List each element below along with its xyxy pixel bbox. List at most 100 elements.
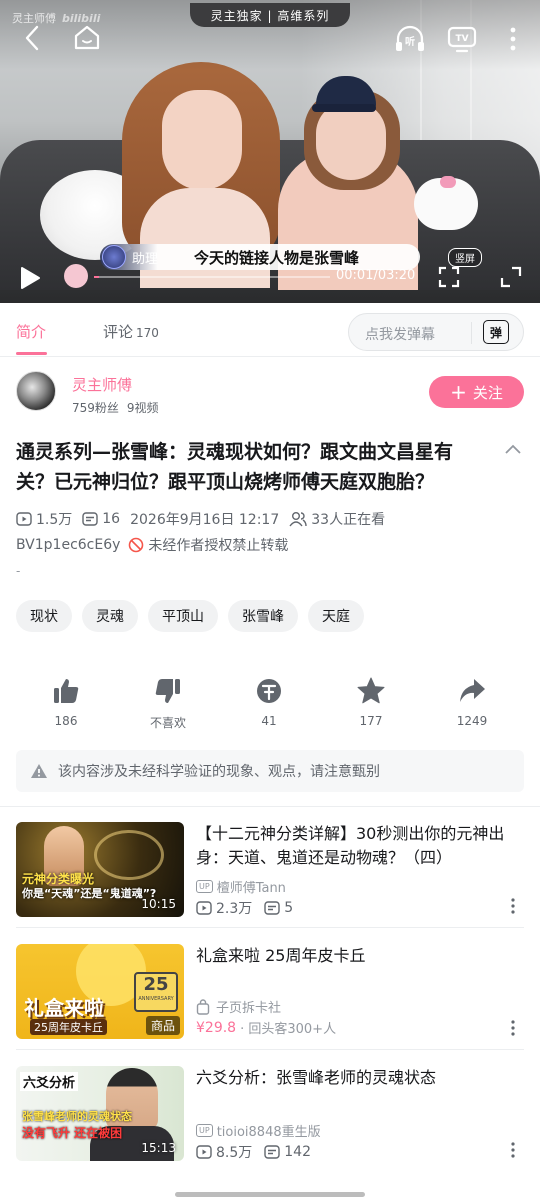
mascot-icon bbox=[64, 264, 88, 288]
danmaku-toggle-icon[interactable]: 弹 bbox=[483, 320, 509, 344]
play-icon[interactable] bbox=[16, 264, 44, 292]
danmaku-input[interactable]: 点我发弹幕 弹 bbox=[348, 313, 524, 351]
uploader-avatar[interactable] bbox=[16, 371, 56, 411]
video-thumbnail[interactable]: 元神分类曝光 你是“天魂”还是“鬼道魂”? 10:15 bbox=[16, 822, 184, 917]
goods-shop[interactable]: 子页拆卡社 bbox=[196, 997, 281, 1016]
tv-cast-icon[interactable]: TV bbox=[446, 24, 478, 54]
speaker-avatar bbox=[102, 245, 126, 269]
share-icon bbox=[460, 679, 485, 702]
uploader-name[interactable]: 灵主师傅 bbox=[72, 374, 132, 395]
video-frame-plush-bow bbox=[440, 176, 456, 188]
forbidden-icon bbox=[129, 537, 144, 553]
bv-line: BV1p1ec6cE6y 未经作者授权禁止转载 bbox=[16, 535, 288, 555]
danmaku-count-icon bbox=[264, 1145, 280, 1159]
tag-item[interactable]: 现状 bbox=[16, 600, 72, 632]
video-frame-cap-brim bbox=[312, 104, 376, 112]
thumbs-down-icon bbox=[155, 679, 180, 703]
play-count-icon bbox=[16, 512, 32, 526]
content-warning: 该内容涉及未经科学验证的现象、观点，请注意甄别 bbox=[16, 750, 524, 792]
coin-icon bbox=[257, 679, 281, 703]
bv-id[interactable]: BV1p1ec6cE6y bbox=[16, 537, 120, 553]
publish-date: 2026年9月16日 12:17 bbox=[130, 512, 280, 528]
action-bar: 186 不喜欢 41 177 1249 bbox=[0, 674, 540, 734]
goods-price: ¥29.8 bbox=[196, 1019, 237, 1036]
svg-text:听: 听 bbox=[405, 35, 415, 48]
thumbnail-anniversary: 25 ANNIVERSARY bbox=[134, 972, 178, 1012]
recommended-goods[interactable]: 25 ANNIVERSARY 礼盒来啦 25周年皮卡丘 商品 礼盒来啦 25周年… bbox=[0, 928, 540, 1050]
recommended-author[interactable]: UP 檀师傅Tann bbox=[196, 877, 286, 896]
video-description: - bbox=[16, 564, 21, 578]
video-meta: 1.5万 16 2026年9月16日 12:17 33人正在看 bbox=[16, 509, 395, 529]
plus-icon: + bbox=[450, 380, 467, 404]
thumbnail-tag: 六爻分析 bbox=[20, 1072, 79, 1091]
video-duration: 10:15 bbox=[141, 897, 176, 911]
series-label: 灵主独家 | 高维系列 bbox=[190, 3, 350, 27]
recommended-author[interactable]: UP tioioi8848重生版 bbox=[196, 1121, 321, 1140]
fullscreen-icon[interactable] bbox=[498, 264, 524, 290]
favorite-button[interactable]: 177 bbox=[336, 674, 406, 728]
up-badge-icon: UP bbox=[196, 880, 213, 893]
goods-buyers: · 回头客300+人 bbox=[240, 1022, 337, 1037]
danmaku-count-icon bbox=[82, 512, 98, 526]
danmaku-count-icon bbox=[264, 901, 280, 915]
danmaku-divider bbox=[471, 322, 472, 344]
no-repost-notice: 未经作者授权禁止转载 bbox=[128, 535, 288, 555]
dislike-button[interactable]: 不喜欢 bbox=[133, 674, 203, 731]
more-options-icon[interactable] bbox=[510, 1142, 516, 1162]
playback-time: 00:01/03:20 bbox=[336, 268, 416, 283]
svg-text:TV: TV bbox=[455, 34, 468, 44]
recommended-stats: 8.5万 142 bbox=[196, 1142, 323, 1162]
more-menu-icon[interactable] bbox=[505, 24, 521, 54]
subtitle-speaker: 助理 bbox=[132, 251, 159, 267]
more-options-icon[interactable] bbox=[510, 1020, 516, 1040]
tab-active-indicator bbox=[16, 352, 47, 355]
tab-intro[interactable]: 简介 bbox=[16, 321, 46, 342]
content-tabs: 简介 评论 170 点我发弹幕 弹 bbox=[0, 303, 540, 357]
tab-comments[interactable]: 评论 170 bbox=[103, 321, 159, 342]
tag-list: 现状 灵魂 平顶山 张雪峰 天庭 bbox=[16, 600, 374, 632]
collapse-chevron-icon[interactable] bbox=[504, 440, 522, 459]
goods-thumbnail[interactable]: 25 ANNIVERSARY 礼盒来啦 25周年皮卡丘 商品 bbox=[16, 944, 184, 1039]
thumbnail-portal bbox=[94, 830, 164, 880]
coin-button[interactable]: 41 bbox=[234, 674, 304, 728]
thumbnail-caption-1: 张雪峰老师的灵魂状态 bbox=[22, 1110, 132, 1123]
progress-bar[interactable] bbox=[94, 276, 330, 278]
play-count-icon bbox=[196, 1145, 212, 1159]
subtitle-text: 今天的链接人物是张雪峰 bbox=[194, 248, 360, 267]
more-options-icon[interactable] bbox=[510, 898, 516, 918]
share-button[interactable]: 1249 bbox=[437, 674, 507, 728]
thumbnail-caption-2: 没有飞升 还在被困 bbox=[22, 1126, 123, 1140]
recommended-video[interactable]: 元神分类曝光 你是“天魂”还是“鬼道魂”? 10:15 【十二元神分类详解】30… bbox=[0, 806, 540, 928]
follow-button[interactable]: + 关注 bbox=[429, 376, 524, 408]
video-title: 通灵系列—张雪峰：灵魂现状如何？跟文曲文昌星有关？已元神归位？跟平顶山烧烤师傅天… bbox=[16, 441, 454, 493]
goods-badge: 商品 bbox=[145, 1016, 180, 1035]
video-frame-body-left bbox=[140, 188, 270, 288]
home-icon[interactable] bbox=[72, 24, 102, 52]
like-button[interactable]: 186 bbox=[31, 674, 101, 728]
danmaku-count: 16 bbox=[82, 511, 120, 527]
video-frame-face-left bbox=[162, 90, 242, 190]
star-icon bbox=[357, 677, 385, 704]
tag-item[interactable]: 张雪峰 bbox=[228, 600, 298, 632]
listen-icon[interactable]: 听 bbox=[394, 24, 426, 54]
warning-icon bbox=[31, 764, 47, 778]
play-count-icon bbox=[196, 901, 212, 915]
video-player[interactable]: 灵主师傅 bilibili 灵主独家 | 高维系列 听 TV 助理 今天的链接人物… bbox=[0, 0, 540, 303]
video-thumbnail[interactable]: 六爻分析 张雪峰老师的灵魂状态 没有飞升 还在被困 15:13 bbox=[16, 1066, 184, 1161]
tag-item[interactable]: 灵魂 bbox=[82, 600, 138, 632]
back-icon[interactable] bbox=[18, 24, 46, 52]
progress-fill bbox=[94, 276, 99, 278]
tag-item[interactable]: 平顶山 bbox=[148, 600, 218, 632]
recommended-video[interactable]: 六爻分析 张雪峰老师的灵魂状态 没有飞升 还在被困 15:13 六爻分析：张雪峰… bbox=[0, 1050, 540, 1172]
comment-count: 170 bbox=[136, 326, 159, 340]
recommended-stats: 2.3万 5 bbox=[196, 898, 305, 918]
thumbnail-caption-2: 25周年皮卡丘 bbox=[30, 1019, 107, 1035]
recommended-title[interactable]: 【十二元神分类详解】30秒测出你的元神出身：天道、鬼道还是动物魂？（四） bbox=[196, 822, 514, 870]
home-indicator[interactable] bbox=[175, 1192, 365, 1197]
up-badge-icon: UP bbox=[196, 1124, 213, 1137]
fit-screen-icon[interactable] bbox=[436, 264, 462, 290]
tag-item[interactable]: 天庭 bbox=[308, 600, 364, 632]
goods-title[interactable]: 礼盒来啦 25周年皮卡丘 bbox=[196, 944, 514, 968]
thumbnail-caption-1: 礼盒来啦 bbox=[24, 996, 104, 1020]
recommended-title[interactable]: 六爻分析：张雪峰老师的灵魂状态 bbox=[196, 1066, 514, 1090]
